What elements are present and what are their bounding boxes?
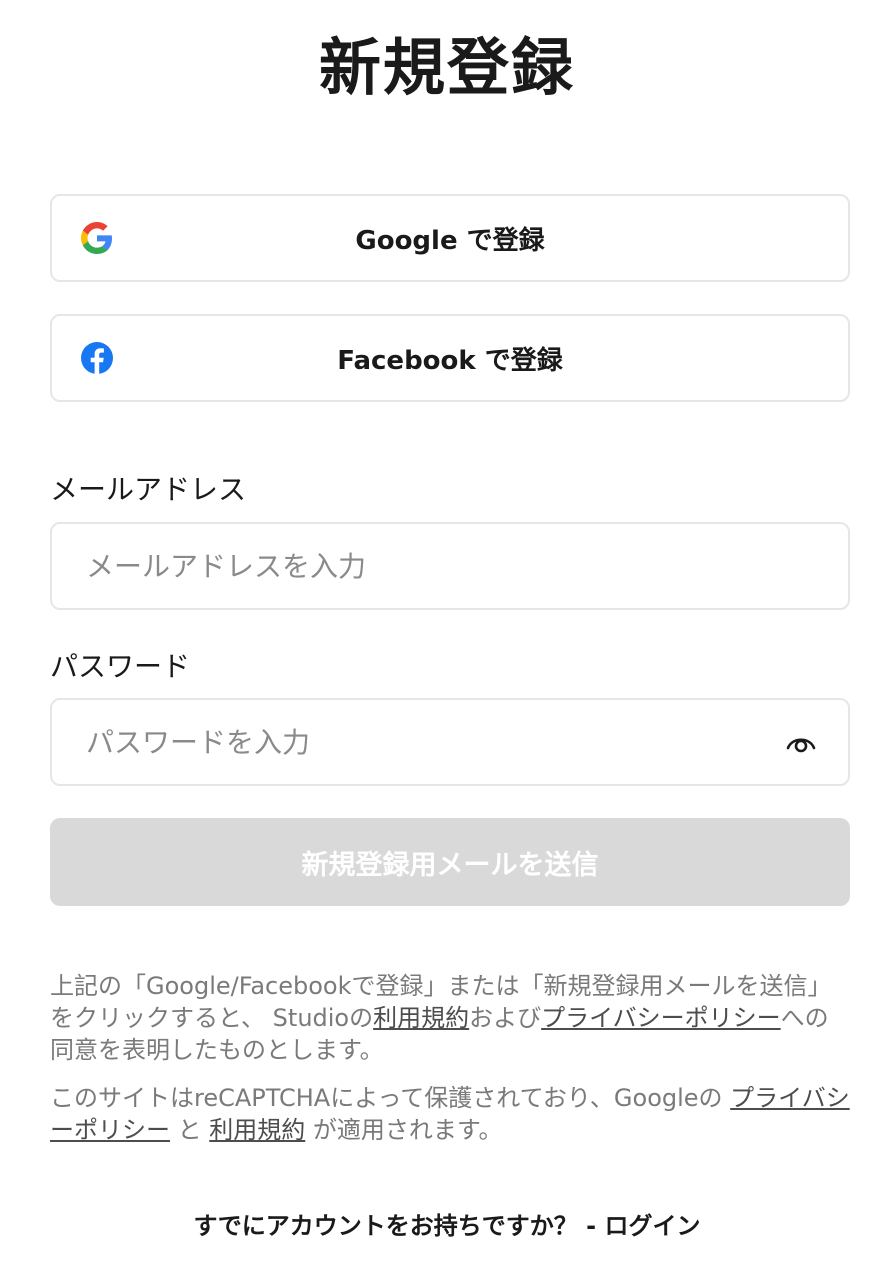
consent-and: および (469, 1004, 542, 1032)
facebook-signup-button[interactable]: Facebook で登録 (50, 314, 850, 402)
facebook-icon (80, 341, 114, 375)
recaptcha-text-before: このサイトはreCAPTCHAによって保護されており、Googleの (50, 1084, 731, 1112)
google-icon (80, 221, 114, 255)
google-signup-button[interactable]: Google で登録 (50, 194, 850, 282)
terms-link[interactable]: 利用規約 (373, 1004, 469, 1032)
consent-notice: 上記の「Google/Facebookで登録」または「新規登録用メールを送信」を… (50, 970, 850, 1066)
recaptcha-and: と (170, 1116, 210, 1144)
email-field[interactable] (52, 524, 848, 608)
google-terms-link[interactable]: 利用規約 (209, 1116, 305, 1144)
signup-page: 新規登録 Google で登録 Facebook で登録 メールアドレス パスワ… (0, 0, 894, 1280)
send-signup-email-label: 新規登録用メールを送信 (301, 849, 599, 881)
login-link[interactable]: すでにアカウントをお持ちですか？ - ログイン (0, 1206, 894, 1241)
password-label: パスワード (50, 650, 191, 683)
password-field[interactable] (52, 700, 848, 784)
send-signup-email-button[interactable]: 新規登録用メールを送信 (50, 818, 850, 906)
facebook-signup-label: Facebook で登録 (337, 345, 563, 376)
email-label: メールアドレス (50, 473, 247, 506)
password-field-container (50, 698, 850, 786)
privacy-policy-link[interactable]: プライバシーポリシー (541, 1004, 781, 1032)
page-title: 新規登録 (318, 31, 575, 104)
eye-icon[interactable] (784, 725, 818, 759)
google-signup-label: Google で登録 (355, 225, 545, 256)
recaptcha-text-after: が適用されます。 (305, 1116, 503, 1144)
email-field-container (50, 522, 850, 610)
recaptcha-notice: このサイトはreCAPTCHAによって保護されており、Googleの プライバシ… (50, 1082, 850, 1146)
